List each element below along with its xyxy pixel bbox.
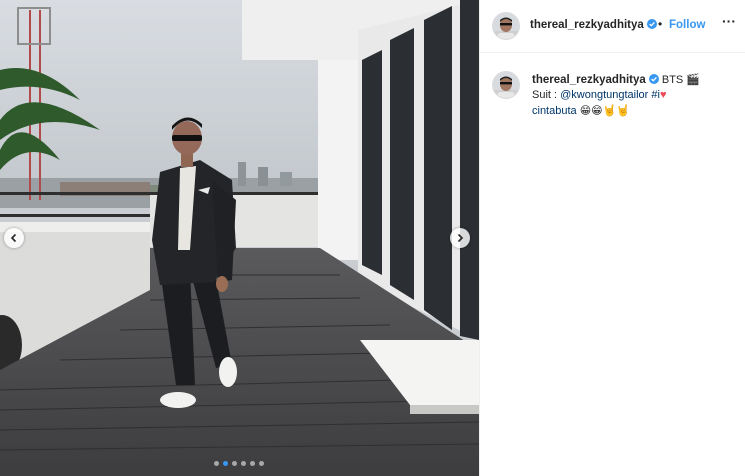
hashtag-end: cintabuta [532,105,577,117]
post-side-panel: thereal_rezkyadhitya • Follow ··· therea… [479,0,745,476]
author-username[interactable]: thereal_rezkyadhitya [530,19,657,31]
carousel-dot [214,461,219,466]
caption-avatar[interactable] [492,71,520,99]
heart-icon: ♥ [659,89,667,101]
verified-badge-icon [648,74,659,84]
mention-link[interactable]: @kwongtungtailor [560,89,648,101]
profile-photo [493,13,519,39]
carousel-dot [259,461,264,466]
chevron-left-icon [10,233,17,243]
verified-badge-icon [646,19,657,29]
post-header: thereal_rezkyadhitya • Follow ··· [480,0,745,53]
hashtag-start: #i [651,89,660,101]
caption-username[interactable]: thereal_rezkyadhitya [532,74,646,86]
carousel-next-button[interactable] [450,228,470,248]
profile-photo [493,72,519,98]
trailing-emojis: 😁😁🤘🤘 [579,104,631,117]
chevron-right-icon [457,233,464,243]
follow-button[interactable]: Follow [669,19,705,31]
post-caption: thereal_rezkyadhitya BTS 🎬 Suit : @kwong… [532,72,732,119]
clapper-emoji: 🎬 [686,73,701,86]
avatar[interactable] [492,12,520,40]
author-username-text[interactable]: thereal_rezkyadhitya [530,19,644,31]
post-photo[interactable] [0,0,479,476]
carousel-prev-button[interactable] [4,228,24,248]
caption-suit-prefix: Suit : [532,89,561,101]
caption-line1-text: BTS [661,74,687,86]
header-separator: • [658,17,663,31]
carousel-indicator [214,461,264,466]
more-options-button[interactable]: ··· [722,13,736,29]
carousel-dot [232,461,237,466]
carousel-dot [250,461,255,466]
carousel-dot [223,461,228,466]
photo-scene [0,0,479,476]
carousel-dot [241,461,246,466]
